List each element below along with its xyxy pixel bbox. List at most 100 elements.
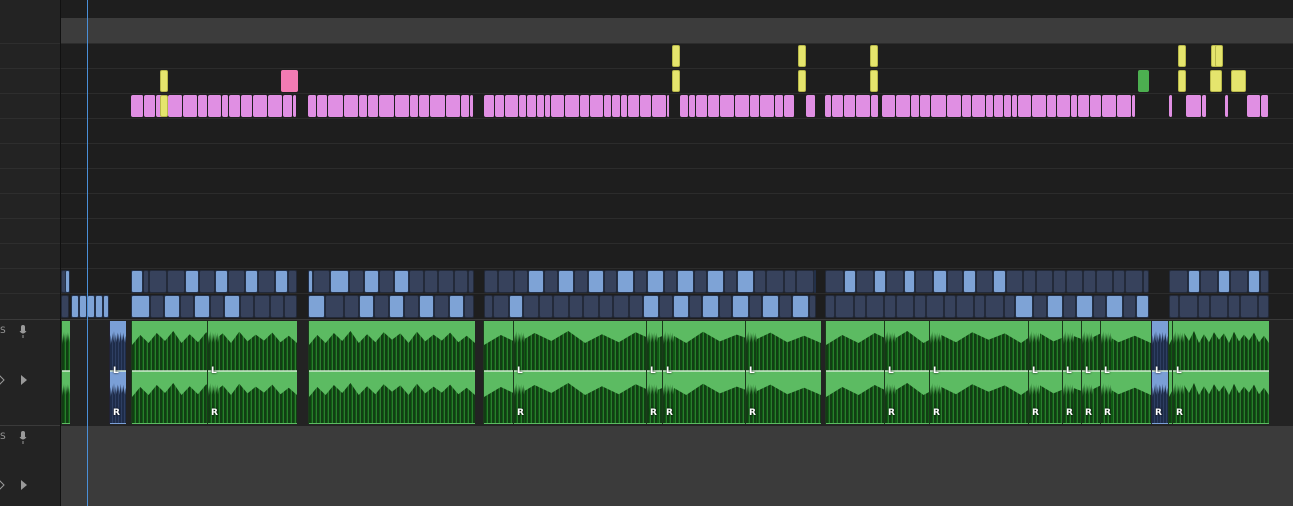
video-clip-yellow[interactable] (870, 70, 878, 92)
timeline-area[interactable]: LRLRLRLRLRLRLRLRLRLRLRLRLRLR (61, 0, 1293, 506)
video-clip-blue[interactable] (419, 295, 434, 318)
audio-clip[interactable]: LR (662, 321, 674, 424)
microphone-icon[interactable] (19, 325, 27, 341)
video-clip-navy[interactable] (1006, 270, 1023, 293)
video-clip-navy[interactable] (409, 270, 424, 293)
video-clip-blue[interactable] (359, 295, 374, 318)
video-clip-blue[interactable] (275, 270, 288, 293)
video-clip-blue[interactable] (245, 270, 258, 293)
video-clip-magenta[interactable] (604, 95, 612, 117)
video-clip-navy[interactable] (915, 270, 933, 293)
video-clip-navy[interactable] (779, 295, 792, 318)
video-clip-navy[interactable] (523, 295, 539, 318)
video-clip-blue[interactable] (737, 270, 754, 293)
video-clip-navy[interactable] (424, 270, 438, 293)
video-clip-blue[interactable] (673, 295, 689, 318)
audio-clip[interactable]: LR (513, 321, 525, 424)
video-clip-magenta[interactable] (328, 95, 344, 117)
video-clip-navy[interactable] (1143, 270, 1149, 293)
video-clip-navy[interactable] (313, 270, 330, 293)
video-clip-magenta[interactable] (689, 95, 696, 117)
video-clip-magenta[interactable] (1078, 95, 1090, 117)
video-clip-navy[interactable] (629, 295, 643, 318)
video-clip-magenta[interactable] (931, 95, 947, 117)
video-clip-navy[interactable] (1169, 295, 1179, 318)
video-clip-navy[interactable] (956, 295, 974, 318)
video-clip-yellow[interactable] (1210, 70, 1222, 92)
video-clip-blue[interactable] (65, 270, 70, 293)
video-clip-magenta[interactable] (484, 95, 495, 117)
video-clip-magenta[interactable] (784, 95, 795, 117)
video-clip-navy[interactable] (724, 270, 737, 293)
video-clip-magenta[interactable] (379, 95, 395, 117)
video-clip-blue[interactable] (933, 270, 947, 293)
video-clip-magenta[interactable] (470, 95, 474, 117)
audio-clip[interactable]: LR (1081, 321, 1093, 424)
video-clip-magenta[interactable] (293, 95, 297, 117)
video-clip-navy[interactable] (1125, 270, 1143, 293)
video-clip-magenta[interactable] (911, 95, 920, 117)
video-clip-magenta[interactable] (1202, 95, 1207, 117)
video-clip-magenta[interactable] (1132, 95, 1136, 117)
video-clip-blue[interactable] (1015, 295, 1033, 318)
video-clip-blue[interactable] (617, 270, 634, 293)
video-clip-navy[interactable] (1179, 295, 1198, 318)
video-clip-navy[interactable] (539, 295, 553, 318)
video-clip-navy[interactable] (825, 295, 835, 318)
video-clip-navy[interactable] (866, 295, 884, 318)
video-clip-magenta[interactable] (760, 95, 775, 117)
video-clip-navy[interactable] (719, 295, 732, 318)
video-clip-yellow[interactable] (798, 45, 806, 67)
video-clip-magenta[interactable] (667, 95, 670, 117)
video-clip-magenta[interactable] (680, 95, 689, 117)
video-clip-magenta[interactable] (495, 95, 505, 117)
video-clip-magenta[interactable] (253, 95, 268, 117)
video-clip-magenta[interactable] (1004, 95, 1012, 117)
audio-track-a2[interactable] (61, 426, 1293, 506)
video-clip-blue[interactable] (904, 270, 915, 293)
video-clip-magenta[interactable] (947, 95, 962, 117)
audio-clip[interactable] (308, 321, 475, 424)
audio-clip[interactable]: LR (207, 321, 219, 424)
video-clip-magenta[interactable] (1057, 95, 1071, 117)
video-clip-blue[interactable] (528, 270, 544, 293)
video-clip-magenta[interactable] (461, 95, 470, 117)
video-clip-navy[interactable] (1113, 270, 1125, 293)
video-clip-navy[interactable] (896, 295, 914, 318)
video-clip-navy[interactable] (944, 295, 956, 318)
audio-clip[interactable]: LR (1028, 321, 1040, 424)
video-clip-navy[interactable] (434, 295, 449, 318)
video-clip-navy[interactable] (1210, 295, 1228, 318)
video-clip-blue[interactable] (185, 270, 199, 293)
video-clip-magenta[interactable] (1032, 95, 1047, 117)
video-clip-magenta[interactable] (283, 95, 293, 117)
video-clip-blue[interactable] (792, 295, 809, 318)
video-clip-magenta[interactable] (368, 95, 379, 117)
video-clip-magenta[interactable] (308, 95, 317, 117)
play-triangle-icon[interactable] (20, 374, 28, 389)
video-clip-blue[interactable] (1106, 295, 1123, 318)
video-clip-blue[interactable] (87, 295, 95, 318)
audio-clip[interactable]: LR (1151, 321, 1168, 424)
video-clip-navy[interactable] (284, 295, 297, 318)
video-clip-navy[interactable] (1258, 295, 1269, 318)
video-clip-yellow[interactable] (1231, 70, 1246, 92)
video-clip-navy[interactable] (796, 270, 814, 293)
audio-clip[interactable]: LR (1062, 321, 1074, 424)
audio-clip[interactable]: LR (745, 321, 757, 424)
video-clip-magenta[interactable] (410, 95, 419, 117)
video-clip-navy[interactable] (754, 270, 766, 293)
video-clip-navy[interactable] (1033, 295, 1047, 318)
video-clip-navy[interactable] (634, 270, 647, 293)
playhead[interactable] (87, 0, 88, 506)
video-clip-yellow[interactable] (1178, 70, 1186, 92)
video-clip-navy[interactable] (1096, 270, 1113, 293)
video-clip-navy[interactable] (149, 270, 167, 293)
video-clip-blue[interactable] (732, 295, 749, 318)
video-clip-blue[interactable] (389, 295, 404, 318)
video-clip-magenta[interactable] (198, 95, 208, 117)
video-clip-navy[interactable] (544, 270, 558, 293)
video-clip-magenta[interactable] (505, 95, 519, 117)
video-clip-navy[interactable] (61, 295, 69, 318)
audio-clip[interactable]: LR (1100, 321, 1112, 424)
